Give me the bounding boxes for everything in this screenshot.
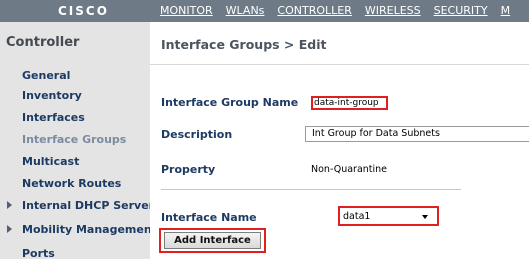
interface-name-selected: data1 bbox=[343, 211, 371, 222]
main-content: Interface Groups > Edit Interface Group … bbox=[150, 22, 529, 259]
interface-name-label: Interface Name bbox=[161, 211, 257, 224]
divider bbox=[161, 189, 461, 190]
group-name-field[interactable]: data-int-group bbox=[311, 96, 388, 110]
group-name-label: Interface Group Name bbox=[161, 96, 299, 109]
property-label: Property bbox=[161, 163, 216, 176]
nav-monitor[interactable]: MONITOR bbox=[160, 0, 213, 22]
sidebar-item-multicast[interactable]: Multicast bbox=[22, 155, 79, 168]
chevron-down-icon[interactable] bbox=[422, 215, 428, 219]
sidebar: Controller General Inventory Interfaces … bbox=[0, 22, 157, 259]
top-nav-bar: CISCO MONITOR WLANs CONTROLLER WIRELESS … bbox=[0, 0, 529, 22]
cisco-logo[interactable]: CISCO bbox=[0, 0, 150, 22]
sidebar-item-network-routes[interactable]: Network Routes bbox=[22, 177, 121, 190]
nav-wlans[interactable]: WLANs bbox=[226, 0, 265, 22]
sidebar-item-label: Mobility Management bbox=[22, 223, 157, 236]
page-title: Interface Groups > Edit bbox=[161, 37, 327, 52]
add-interface-button[interactable]: Add Interface bbox=[164, 232, 261, 249]
nav-management-truncated[interactable]: M bbox=[501, 0, 511, 22]
interface-name-highlight: data1 bbox=[338, 206, 439, 226]
nav-security[interactable]: SECURITY bbox=[434, 0, 488, 22]
sidebar-item-internal-dhcp-server[interactable]: Internal DHCP Server bbox=[7, 199, 155, 212]
divider bbox=[150, 64, 529, 65]
sidebar-item-label: Internal DHCP Server bbox=[22, 199, 155, 212]
sidebar-item-interface-groups[interactable]: Interface Groups bbox=[22, 133, 126, 146]
interface-name-dropdown[interactable]: data1 bbox=[343, 210, 434, 224]
property-value: Non-Quarantine bbox=[311, 164, 388, 175]
sidebar-item-interfaces[interactable]: Interfaces bbox=[22, 111, 85, 124]
nav-wireless[interactable]: WIRELESS bbox=[365, 0, 421, 22]
expand-arrow-icon[interactable] bbox=[7, 201, 12, 209]
description-field[interactable]: Int Group for Data Subnets bbox=[305, 126, 529, 142]
sidebar-item-inventory[interactable]: Inventory bbox=[22, 89, 82, 102]
main-menu: MONITOR WLANs CONTROLLER WIRELESS SECURI… bbox=[150, 0, 514, 22]
sidebar-item-general[interactable]: General bbox=[22, 69, 70, 82]
expand-arrow-icon[interactable] bbox=[7, 225, 12, 233]
sidebar-item-ports[interactable]: Ports bbox=[22, 247, 55, 259]
sidebar-title: Controller bbox=[6, 35, 80, 50]
sidebar-item-mobility-management[interactable]: Mobility Management bbox=[7, 223, 157, 236]
description-label: Description bbox=[161, 128, 233, 141]
add-interface-highlight: Add Interface bbox=[159, 228, 266, 253]
nav-controller[interactable]: CONTROLLER bbox=[277, 0, 351, 22]
